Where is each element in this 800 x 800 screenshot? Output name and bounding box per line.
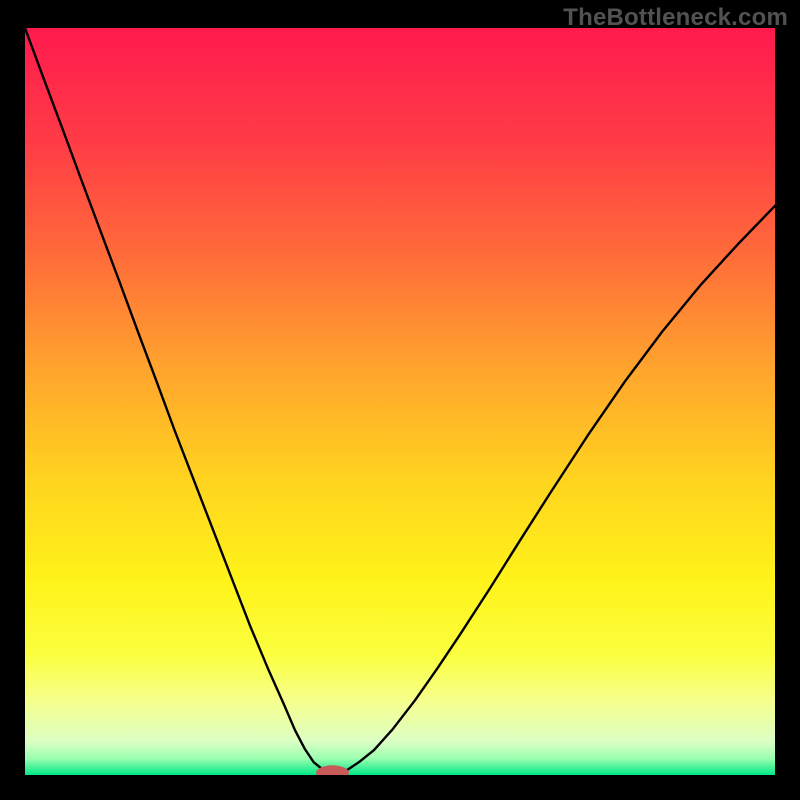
chart-plot [25, 28, 775, 775]
chart-frame: TheBottleneck.com [0, 0, 800, 800]
plot-background [25, 28, 775, 775]
